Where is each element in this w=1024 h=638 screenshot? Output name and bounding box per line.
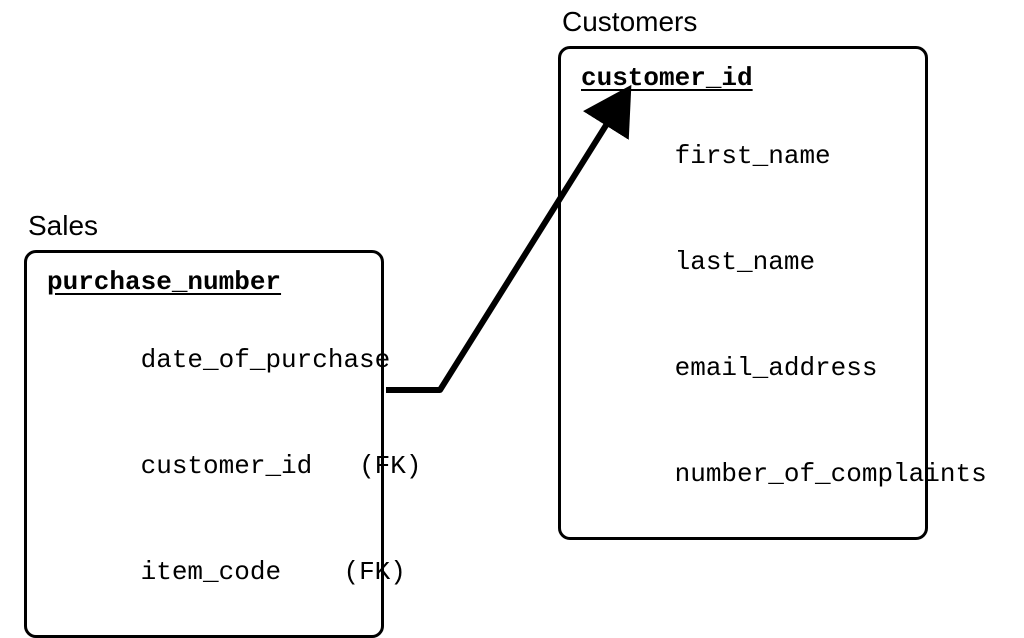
attr-sales-1: customer_id (FK) [47,421,361,511]
attr-name: item_code [141,557,281,587]
attr-customers-1: last_name [581,217,905,307]
attr-name: customer_id [141,451,313,481]
entity-title-sales: Sales [24,210,384,242]
attr-sales-2: item_code (FK) [47,527,361,617]
attr-customers-2: email_address [581,323,905,413]
pk-sales: purchase_number [47,267,281,297]
attr-name: first_name [675,141,831,171]
attr-name: date_of_purchase [141,345,391,375]
attr-name: last_name [675,247,815,277]
attr-name: number_of_complaints [675,459,987,489]
fk-marker: (FK) [281,557,406,587]
attr-name: email_address [675,353,878,383]
entity-sales: Sales purchase_number date_of_purchase c… [24,210,384,638]
attr-sales-0: date_of_purchase [47,315,361,405]
pk-customers: customer_id [581,63,753,93]
entity-box-sales: purchase_number date_of_purchase custome… [24,250,384,638]
entity-title-customers: Customers [558,6,928,38]
entity-customers: Customers customer_id first_name last_na… [558,6,928,540]
entity-box-customers: customer_id first_name last_name email_a… [558,46,928,540]
attr-customers-0: first_name [581,111,905,201]
fk-marker: (FK) [312,451,421,481]
attr-customers-3: number_of_complaints [581,429,905,519]
